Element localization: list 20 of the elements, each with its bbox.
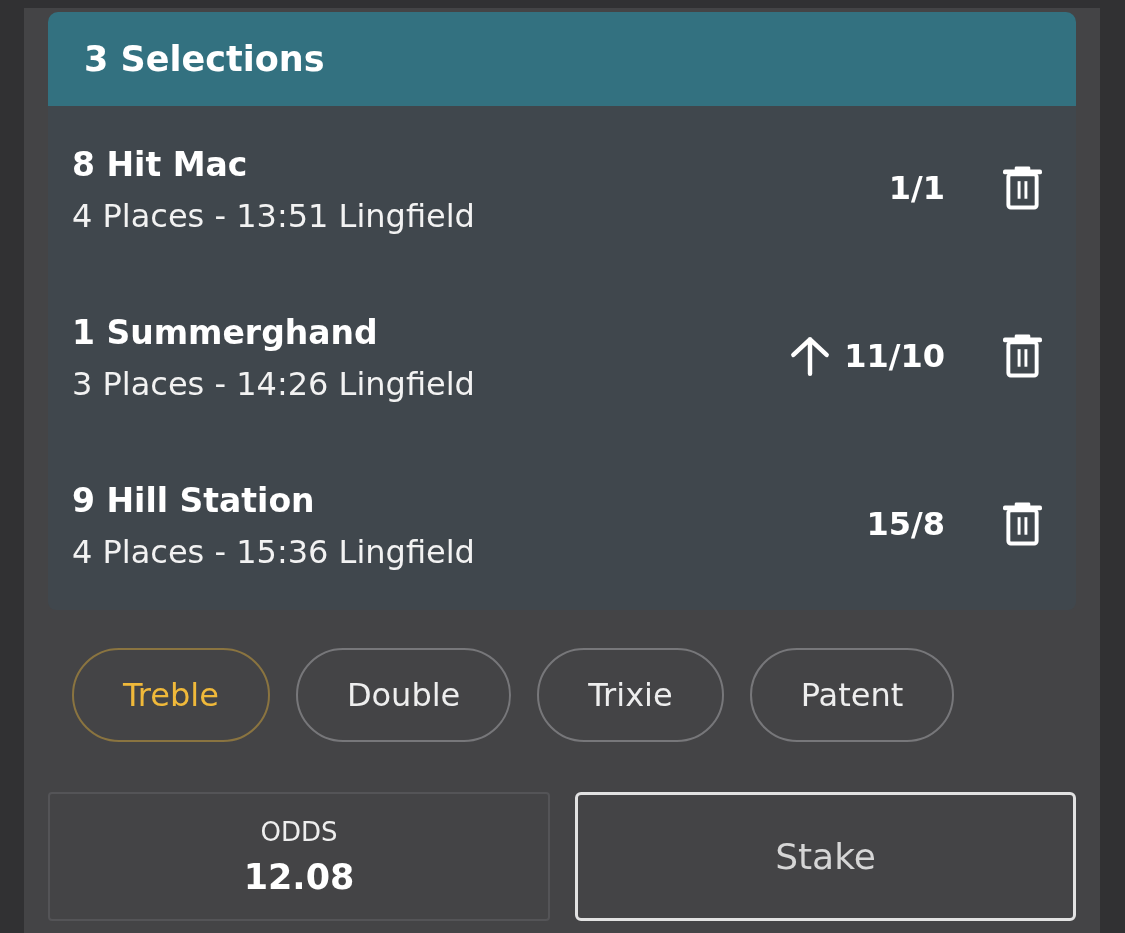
race-info: 3 Places - 14:26 Lingfield bbox=[72, 366, 476, 402]
bet-type-button[interactable]: Double bbox=[295, 648, 512, 742]
bet-type-button[interactable]: Treble bbox=[72, 648, 270, 742]
odds-value: 12.08 bbox=[243, 856, 355, 897]
runner-name: 1 Summerghand bbox=[72, 314, 379, 352]
stake-field[interactable]: Stake bbox=[575, 792, 1076, 921]
race-info: 4 Places - 15:36 Lingfield bbox=[72, 534, 476, 570]
odds-price: 15/8 bbox=[866, 505, 945, 543]
bet-type-button[interactable]: Patent bbox=[749, 648, 955, 742]
bet-type-button[interactable]: Trixie bbox=[537, 648, 724, 742]
trash-icon[interactable] bbox=[1003, 502, 1042, 546]
odds-price: 1/1 bbox=[888, 169, 945, 207]
runner-name: 8 Hit Mac bbox=[72, 146, 249, 184]
trash-icon[interactable] bbox=[1003, 334, 1042, 378]
header-title: 3 Selections bbox=[84, 39, 325, 79]
trash-icon[interactable] bbox=[1003, 166, 1042, 210]
odds-label: ODDS bbox=[260, 816, 338, 847]
runner-name: 9 Hill Station bbox=[72, 482, 316, 520]
race-info: 4 Places - 13:51 Lingfield bbox=[72, 198, 476, 234]
odds-price: 11/10 bbox=[844, 337, 945, 375]
